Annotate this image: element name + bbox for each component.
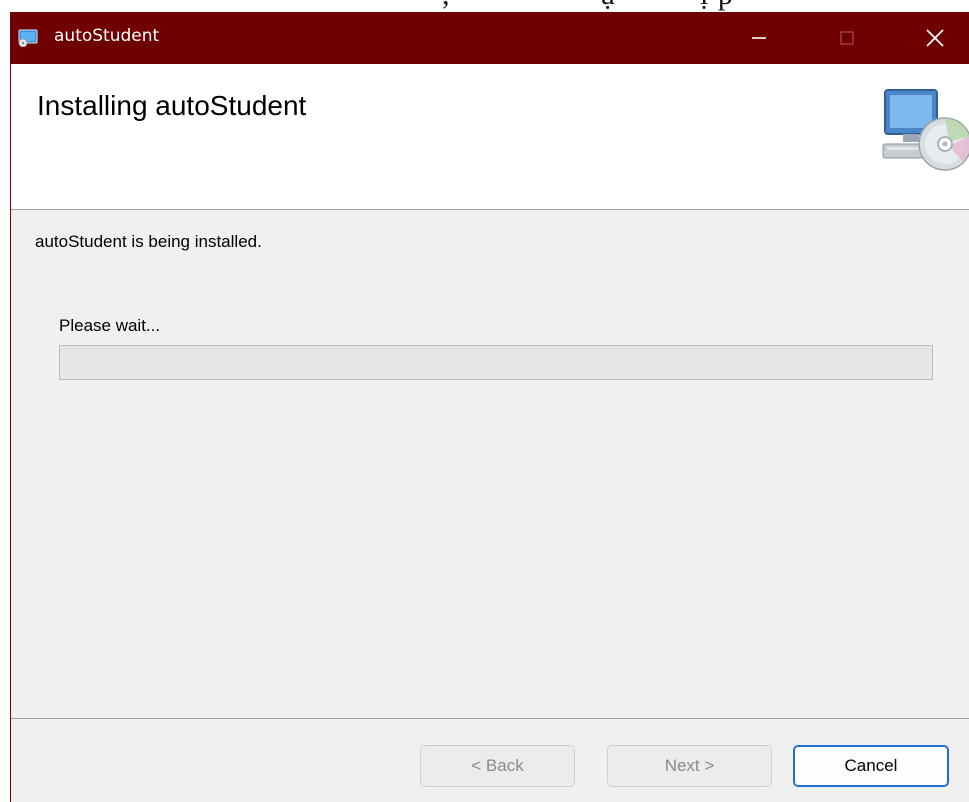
next-button[interactable]: Next > [607,745,772,787]
minimize-button[interactable] [731,12,787,64]
maximize-icon [840,31,854,45]
wizard-header: Installing autoStudent [11,64,969,210]
close-icon [926,29,944,47]
minimize-icon [752,37,766,39]
status-text: autoStudent is being installed. [35,232,262,251]
window-title: autoStudent [54,26,160,46]
background-fragment: , [442,0,451,12]
background-fragment: ị p [700,0,734,12]
close-button[interactable] [907,12,963,64]
progress-bar [59,345,933,380]
page-title: Installing autoStudent [37,90,307,121]
wait-label: Please wait... [59,316,161,335]
background-fragment: ụ [600,0,616,12]
installer-window: autoStudent Installing autoStudent autoS… [10,12,969,802]
cancel-button[interactable]: Cancel [793,745,949,787]
computer-cd-icon [882,89,969,171]
title-bar[interactable]: autoStudent [11,12,969,64]
back-button[interactable]: < Back [420,745,575,787]
footer-separator [11,718,969,719]
app-icon [18,29,38,47]
maximize-button[interactable] [819,12,875,64]
